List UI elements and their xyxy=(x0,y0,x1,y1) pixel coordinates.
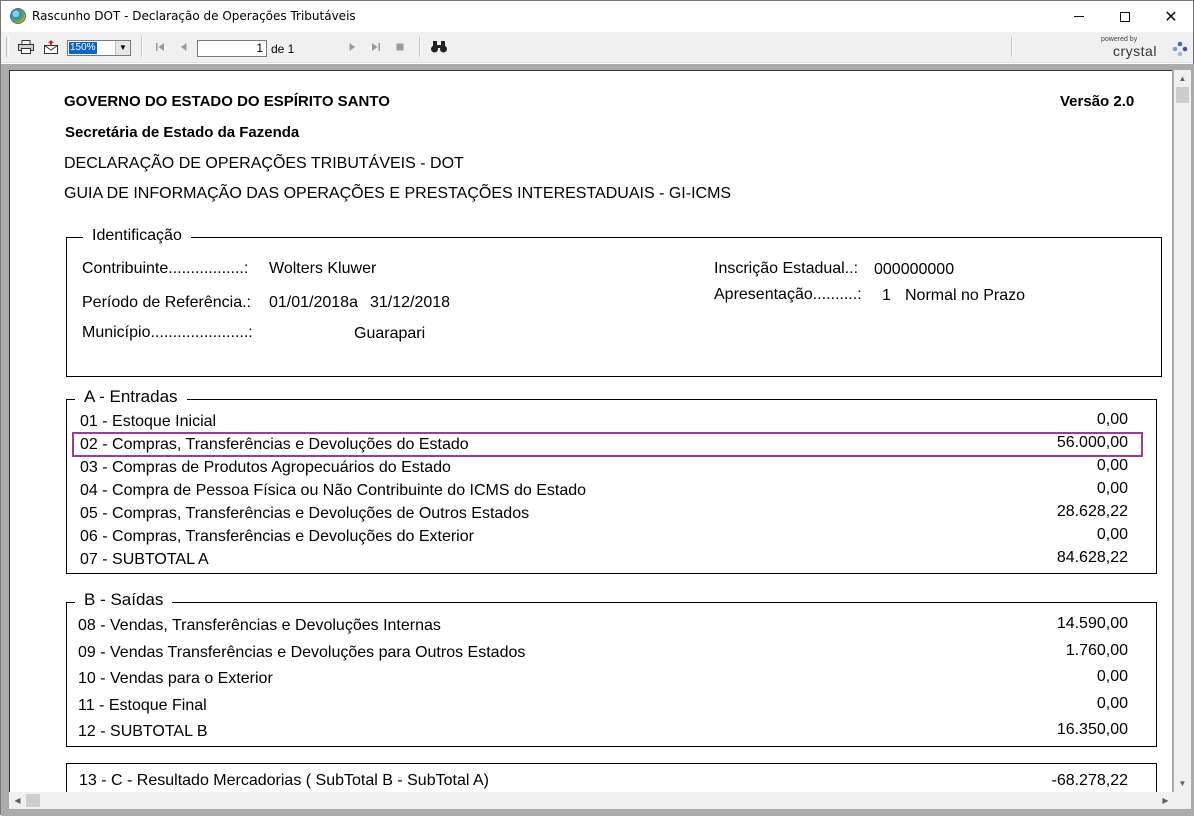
prev-page-icon-svg xyxy=(181,43,187,51)
entradas-row-label: 04 - Compra de Pessoa Física ou Não Cont… xyxy=(80,482,587,499)
last-page-icon[interactable] xyxy=(367,39,385,55)
vertical-scroll-thumb[interactable] xyxy=(1176,87,1189,103)
periodo-inicio: 01/01/2018a xyxy=(269,294,358,311)
secretariat-heading: Secretária de Estado da Fazenda xyxy=(65,124,300,141)
saidas-row-label: 10 - Vendas para o Exterior xyxy=(78,670,273,687)
print-icon-svg xyxy=(18,40,34,54)
report-page: GOVERNO DO ESTADO DO ESPÍRITO SANTO Vers… xyxy=(9,70,1172,792)
inscricao-label: Inscrição Estadual..: xyxy=(714,260,859,277)
saidas-row-label: 11 - Estoque Final xyxy=(78,696,207,714)
horizontal-scrollbar[interactable]: ◀ ▶ xyxy=(9,792,1174,809)
powered-by-text: powered by xyxy=(1101,36,1138,43)
minimize-icon xyxy=(1074,16,1084,17)
next-page-icon-svg xyxy=(349,43,355,51)
crystal-brand-text: crystal xyxy=(1113,43,1157,59)
municipio-label: Município......................: xyxy=(82,324,253,341)
inscricao-value: 000000000 xyxy=(874,261,955,278)
scroll-right-icon[interactable]: ▶ xyxy=(1157,792,1174,809)
entradas-row-value: 28.628,22 xyxy=(1056,503,1128,520)
government-heading: GOVERNO DO ESTADO DO ESPÍRITO SANTO xyxy=(64,93,390,110)
resultado-label: 13 - C - Resultado Mercadorias ( SubTota… xyxy=(79,772,489,789)
search-icon[interactable] xyxy=(430,39,448,55)
entradas-row-label: 03 - Compras de Produtos Agropecuários d… xyxy=(80,459,451,476)
saidas-row-value: 16.350,00 xyxy=(1056,721,1128,738)
saidas-row-label: 12 - SUBTOTAL B xyxy=(78,723,208,740)
scroll-up-icon[interactable]: ▲ xyxy=(1174,70,1191,87)
entradas-row-label: 01 - Estoque Inicial xyxy=(80,413,217,430)
zoom-value: 150% xyxy=(69,42,97,54)
viewer-toolbar: 150% ▼ 1 de 1 xyxy=(1,32,1193,63)
vertical-scrollbar[interactable]: ▲ ▼ xyxy=(1174,70,1191,792)
entradas-row-value: 0,00 xyxy=(1096,526,1128,543)
chevron-down-icon[interactable]: ▼ xyxy=(115,41,130,55)
maximize-button[interactable] xyxy=(1102,1,1148,32)
entradas-row-value: 84.628,22 xyxy=(1056,549,1128,566)
identificacao-legend: Identificação xyxy=(83,227,191,245)
entradas-row-label: 06 - Compras, Transferências e Devoluçõe… xyxy=(80,528,474,545)
maximize-icon xyxy=(1120,11,1130,22)
entradas-legend: A - Entradas xyxy=(75,387,187,407)
toolbar-separator xyxy=(141,37,143,57)
prev-page-icon[interactable] xyxy=(175,39,193,55)
last-page-icon-svg xyxy=(372,43,380,51)
toolbar-separator xyxy=(1011,37,1013,57)
page-count: de 1 xyxy=(271,42,295,56)
print-icon[interactable] xyxy=(17,39,35,55)
page-number-input[interactable]: 1 xyxy=(197,40,267,57)
entradas-row-label: 05 - Compras, Transferências e Devoluçõe… xyxy=(80,505,530,522)
guide-title: GUIA DE INFORMAÇÃO DAS OPERAÇÕES E PREST… xyxy=(64,185,732,202)
export-icon[interactable] xyxy=(42,39,60,55)
selected-row-highlight xyxy=(72,432,1143,457)
zoom-select[interactable]: 150% ▼ xyxy=(67,40,131,56)
horizontal-scroll-thumb[interactable] xyxy=(26,794,40,807)
saidas-legend: B - Saídas xyxy=(75,590,173,610)
report-viewport: GOVERNO DO ESTADO DO ESPÍRITO SANTO Vers… xyxy=(1,64,1194,816)
scrollbar-corner xyxy=(1174,792,1191,809)
periodo-label: Período de Referência.: xyxy=(82,294,251,311)
crystal-logo: powered by crystal xyxy=(1099,36,1191,62)
contribuinte-label: Contribuinte.................: xyxy=(82,260,249,277)
crystal-dots-icon xyxy=(1172,41,1188,57)
minimize-button[interactable] xyxy=(1056,1,1102,32)
saidas-row-label: 09 - Vendas Transferências e Devoluções … xyxy=(78,643,526,661)
saidas-row-label: 08 - Vendas, Transferências e Devoluções… xyxy=(78,617,441,634)
scroll-left-icon[interactable]: ◀ xyxy=(9,792,26,809)
window-title: Rascunho DOT - Declaração de Operações T… xyxy=(32,9,356,23)
contribuinte-value: Wolters Kluwer xyxy=(269,260,377,277)
scroll-down-icon[interactable]: ▼ xyxy=(1174,775,1191,792)
apresentacao-code: 1 xyxy=(882,287,891,304)
toolbar-grip[interactable] xyxy=(6,37,9,57)
declaration-title: DECLARAÇÃO DE OPERAÇÕES TRIBUTÁVEIS - DO… xyxy=(64,155,464,172)
binoculars-icon xyxy=(431,41,447,53)
app-icon xyxy=(10,8,26,24)
entradas-row-value: 0,00 xyxy=(1096,457,1128,474)
entradas-row-value: 0,00 xyxy=(1096,411,1128,428)
entradas-row-value: 0,00 xyxy=(1096,480,1128,497)
first-page-icon[interactable] xyxy=(151,39,169,55)
apresentacao-value: Normal no Prazo xyxy=(905,287,1026,304)
close-button[interactable]: ✕ xyxy=(1148,1,1194,32)
apresentacao-label: Apresentação..........: xyxy=(714,286,862,303)
stop-icon[interactable] xyxy=(391,39,409,55)
version-label: Versão 2.0 xyxy=(1060,93,1135,110)
export-icon-svg xyxy=(44,40,58,54)
saidas-row-value: 0,00 xyxy=(1096,694,1128,712)
title-bar: Rascunho DOT - Declaração de Operações T… xyxy=(1,1,1193,32)
first-page-icon-svg xyxy=(156,43,164,51)
saidas-row-value: 14.590,00 xyxy=(1056,615,1128,632)
saidas-row-value: 1.760,00 xyxy=(1065,641,1128,659)
toolbar-separator xyxy=(419,37,421,57)
next-page-icon[interactable] xyxy=(343,39,361,55)
municipio-value: Guarapari xyxy=(354,325,426,342)
periodo-fim: 31/12/2018 xyxy=(370,294,451,311)
resultado-value: -68.278,22 xyxy=(1051,772,1128,789)
entradas-row-label: 07 - SUBTOTAL A xyxy=(80,551,209,568)
stop-icon-svg xyxy=(396,43,404,51)
saidas-row-value: 0,00 xyxy=(1096,668,1128,685)
report-window: Rascunho DOT - Declaração de Operações T… xyxy=(0,0,1194,816)
